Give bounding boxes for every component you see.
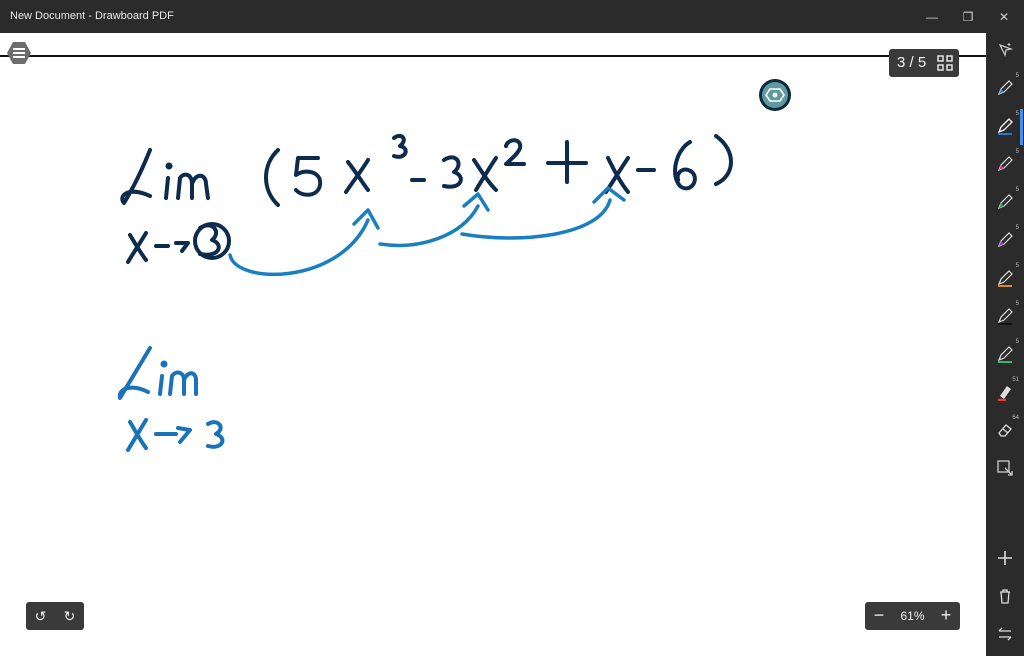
- pen-tool-2[interactable]: 5: [986, 109, 1024, 145]
- pen-2-size: 5: [1015, 111, 1019, 117]
- zoom-in-button[interactable]: +: [932, 602, 960, 630]
- restore-button[interactable]: ❐: [952, 6, 984, 28]
- pen-icon: [997, 156, 1013, 172]
- delete-button[interactable]: [986, 579, 1024, 615]
- document-canvas[interactable]: 3 / 5 ↺ ↻ − 61% +: [0, 33, 986, 656]
- pen-8-size: 5: [1015, 339, 1019, 345]
- redo-button[interactable]: ↻: [55, 602, 84, 630]
- pen-6-size: 5: [1015, 263, 1019, 269]
- pen-icon: [997, 232, 1013, 248]
- window-title: New Document - Drawboard PDF: [10, 10, 174, 22]
- pen-tool-7[interactable]: 5: [986, 299, 1024, 335]
- zoom-level: 61%: [900, 609, 925, 623]
- eraser-icon: [998, 424, 1012, 437]
- pen-icon: [997, 308, 1013, 325]
- plus-icon: [998, 551, 1012, 565]
- eraser-tool[interactable]: 64: [986, 413, 1024, 449]
- pen-tool-1[interactable]: 5: [986, 71, 1024, 107]
- cursor-star-icon: [998, 43, 1014, 57]
- title-bar: New Document - Drawboard PDF — ❐ ✕: [0, 0, 1024, 33]
- highlighter-icon: [998, 386, 1011, 401]
- pen-5-size: 5: [1015, 225, 1019, 231]
- zoom-out-button[interactable]: −: [865, 602, 893, 630]
- add-page-button[interactable]: [986, 541, 1024, 577]
- pen-icon: [997, 346, 1013, 363]
- swap-toolbar-button[interactable]: [986, 617, 1024, 653]
- tools-sidebar: 5 5 5 5 5 5 5 5 51 64: [986, 33, 1024, 656]
- pen-tool-3[interactable]: 5: [986, 147, 1024, 183]
- pen-1-size: 5: [1015, 73, 1019, 79]
- handwriting-ink: [117, 133, 733, 452]
- close-button[interactable]: ✕: [988, 6, 1020, 28]
- highlighter-tool[interactable]: 51: [986, 375, 1024, 411]
- undo-button[interactable]: ↺: [26, 602, 55, 630]
- pen-icon: [997, 80, 1013, 96]
- ink-lim-l: [120, 148, 152, 205]
- history-controls: ↺ ↻: [26, 602, 84, 630]
- pen-7-size: 5: [1015, 301, 1019, 307]
- pen-tool-8[interactable]: 5: [986, 337, 1024, 373]
- swap-arrows-icon: [998, 627, 1012, 641]
- zoom-control: − 61% +: [865, 602, 960, 630]
- pen-icon: [997, 194, 1013, 210]
- lasso-select-tool[interactable]: [986, 451, 1024, 487]
- pen-tool-6[interactable]: 5: [986, 261, 1024, 297]
- pan-tool-button[interactable]: [986, 33, 1024, 69]
- pen-tool-5[interactable]: 5: [986, 223, 1024, 259]
- pen-tool-4[interactable]: 5: [986, 185, 1024, 221]
- trash-icon: [1000, 589, 1010, 604]
- pen-icon: [997, 270, 1013, 287]
- pen-3-size: 5: [1015, 149, 1019, 155]
- minimize-button[interactable]: —: [916, 6, 948, 28]
- lasso-icon: [997, 460, 1013, 476]
- pen-icon: [997, 118, 1013, 135]
- pen-4-size: 5: [1015, 187, 1019, 193]
